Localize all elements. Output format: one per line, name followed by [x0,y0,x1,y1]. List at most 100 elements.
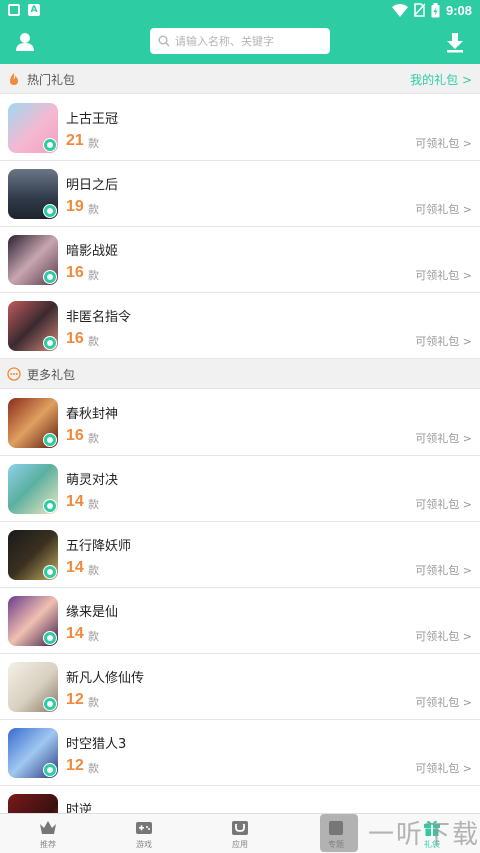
game-name: 五行降妖师 [66,539,132,554]
list-item[interactable]: 萌灵对决 14 款 可领礼包 > [0,456,480,522]
no-sim-icon [413,3,425,17]
hot-gifts-title: 热门礼包 [27,73,76,87]
a-app-icon: A [28,4,40,16]
more-dots-icon [7,367,21,381]
battery-icon [431,2,440,17]
tab-label: 专题 [328,840,344,849]
gift-count: 16 [66,330,84,347]
tab-label: 礼袋 [424,840,440,849]
gift-badge-icon [43,336,57,350]
bottom-navigation: 推荐 游戏 应用 专题 礼袋 [0,813,480,853]
gift-unit: 款 [88,335,99,348]
tab-games[interactable]: 游戏 [96,814,192,853]
tab-recommend[interactable]: 推荐 [0,814,96,853]
gift-count: 16 [66,427,84,444]
gift-unit: 款 [88,564,99,577]
more-gifts-title: 更多礼包 [27,368,76,382]
game-thumbnail [8,235,58,285]
list-item[interactable]: 缘来是仙 14 款 可领礼包 > [0,588,480,654]
gift-badge-icon [43,565,57,579]
game-name: 新凡人修仙传 [66,671,145,686]
app-icon [232,821,248,835]
gamepad-icon [136,822,152,834]
top-header [0,20,480,64]
download-button[interactable] [444,30,466,54]
game-thumbnail [8,464,58,514]
gift-count: 19 [66,198,84,215]
claim-gifts-link[interactable]: 可领礼包 > [415,628,472,644]
wifi-icon [391,3,408,17]
claim-gifts-link[interactable]: 可领礼包 > [415,267,472,283]
gift-count: 12 [66,691,84,708]
gift-count: 21 [66,132,84,149]
gift-unit: 款 [88,137,99,150]
hot-gifts-header: 热门礼包 我的礼包 > [0,64,480,94]
list-item[interactable]: 上古王冠 21 款 可领礼包 > [0,95,480,161]
tab-label: 应用 [232,840,248,849]
list-item[interactable]: 五行降妖师 14 款 可领礼包 > [0,522,480,588]
topic-icon [329,821,343,835]
list-item[interactable]: 春秋封神 16 款 可领礼包 > [0,390,480,456]
game-thumbnail [8,662,58,712]
gift-count: 14 [66,493,84,510]
game-thumbnail [8,398,58,448]
user-button[interactable] [13,30,37,54]
person-icon [16,33,34,51]
game-name: 明日之后 [66,178,119,193]
gift-count: 12 [66,757,84,774]
tab-gifts[interactable]: 礼袋 [384,814,480,853]
claim-gifts-link[interactable]: 可领礼包 > [415,562,472,578]
flame-icon [10,73,18,85]
list-item[interactable]: 明日之后 19 款 可领礼包 > [0,161,480,227]
game-name: 暗影战姬 [66,244,119,259]
game-name: 上古王冠 [66,112,119,127]
gift-badge-icon [43,433,57,447]
gift-badge-icon [43,499,57,513]
gift-badge-icon [43,631,57,645]
my-gifts-link[interactable]: 我的礼包 > [410,71,472,88]
crown-icon [40,821,56,834]
gift-badge-icon [43,270,57,284]
gift-count: 14 [66,559,84,576]
game-thumbnail [8,301,58,351]
clock: 9:08 [445,2,472,18]
game-thumbnail [8,596,58,646]
gift-icon [424,820,440,836]
list-item[interactable]: 新凡人修仙传 12 款 可领礼包 > [0,654,480,720]
game-thumbnail [8,530,58,580]
list-item[interactable]: 非匿名指令 16 款 可领礼包 > [0,293,480,359]
tab-label: 游戏 [136,840,152,849]
game-thumbnail [8,169,58,219]
list-item[interactable]: 暗影战姬 16 款 可领礼包 > [0,227,480,293]
download-icon [447,33,463,53]
tab-topics[interactable]: 专题 [288,814,384,853]
claim-gifts-link[interactable]: 可领礼包 > [415,135,472,151]
tab-apps[interactable]: 应用 [192,814,288,853]
more-gifts-header: 更多礼包 [0,359,480,389]
gift-unit: 款 [88,696,99,709]
claim-gifts-link[interactable]: 可领礼包 > [415,201,472,217]
search-icon [158,35,170,47]
game-name: 缘来是仙 [66,605,119,620]
gift-badge-icon [43,204,57,218]
search-input[interactable] [175,34,325,48]
gift-badge-icon [43,697,57,711]
claim-gifts-link[interactable]: 可领礼包 > [415,760,472,776]
tab-label: 推荐 [40,840,56,849]
gift-count: 14 [66,625,84,642]
gift-unit: 款 [88,269,99,282]
status-bar: A 9:08 [0,0,480,20]
claim-gifts-link[interactable]: 可领礼包 > [415,430,472,446]
game-name: 非匿名指令 [66,310,132,325]
claim-gifts-link[interactable]: 可领礼包 > [415,496,472,512]
game-name: 时空猎人3 [66,737,127,752]
game-thumbnail [8,103,58,153]
search-bar[interactable] [150,28,330,54]
gift-count: 16 [66,264,84,281]
list-item[interactable]: 时空猎人3 12 款 可领礼包 > [0,720,480,786]
claim-gifts-link[interactable]: 可领礼包 > [415,694,472,710]
gift-unit: 款 [88,432,99,445]
claim-gifts-link[interactable]: 可领礼包 > [415,333,472,349]
gift-unit: 款 [88,203,99,216]
gift-unit: 款 [88,762,99,775]
